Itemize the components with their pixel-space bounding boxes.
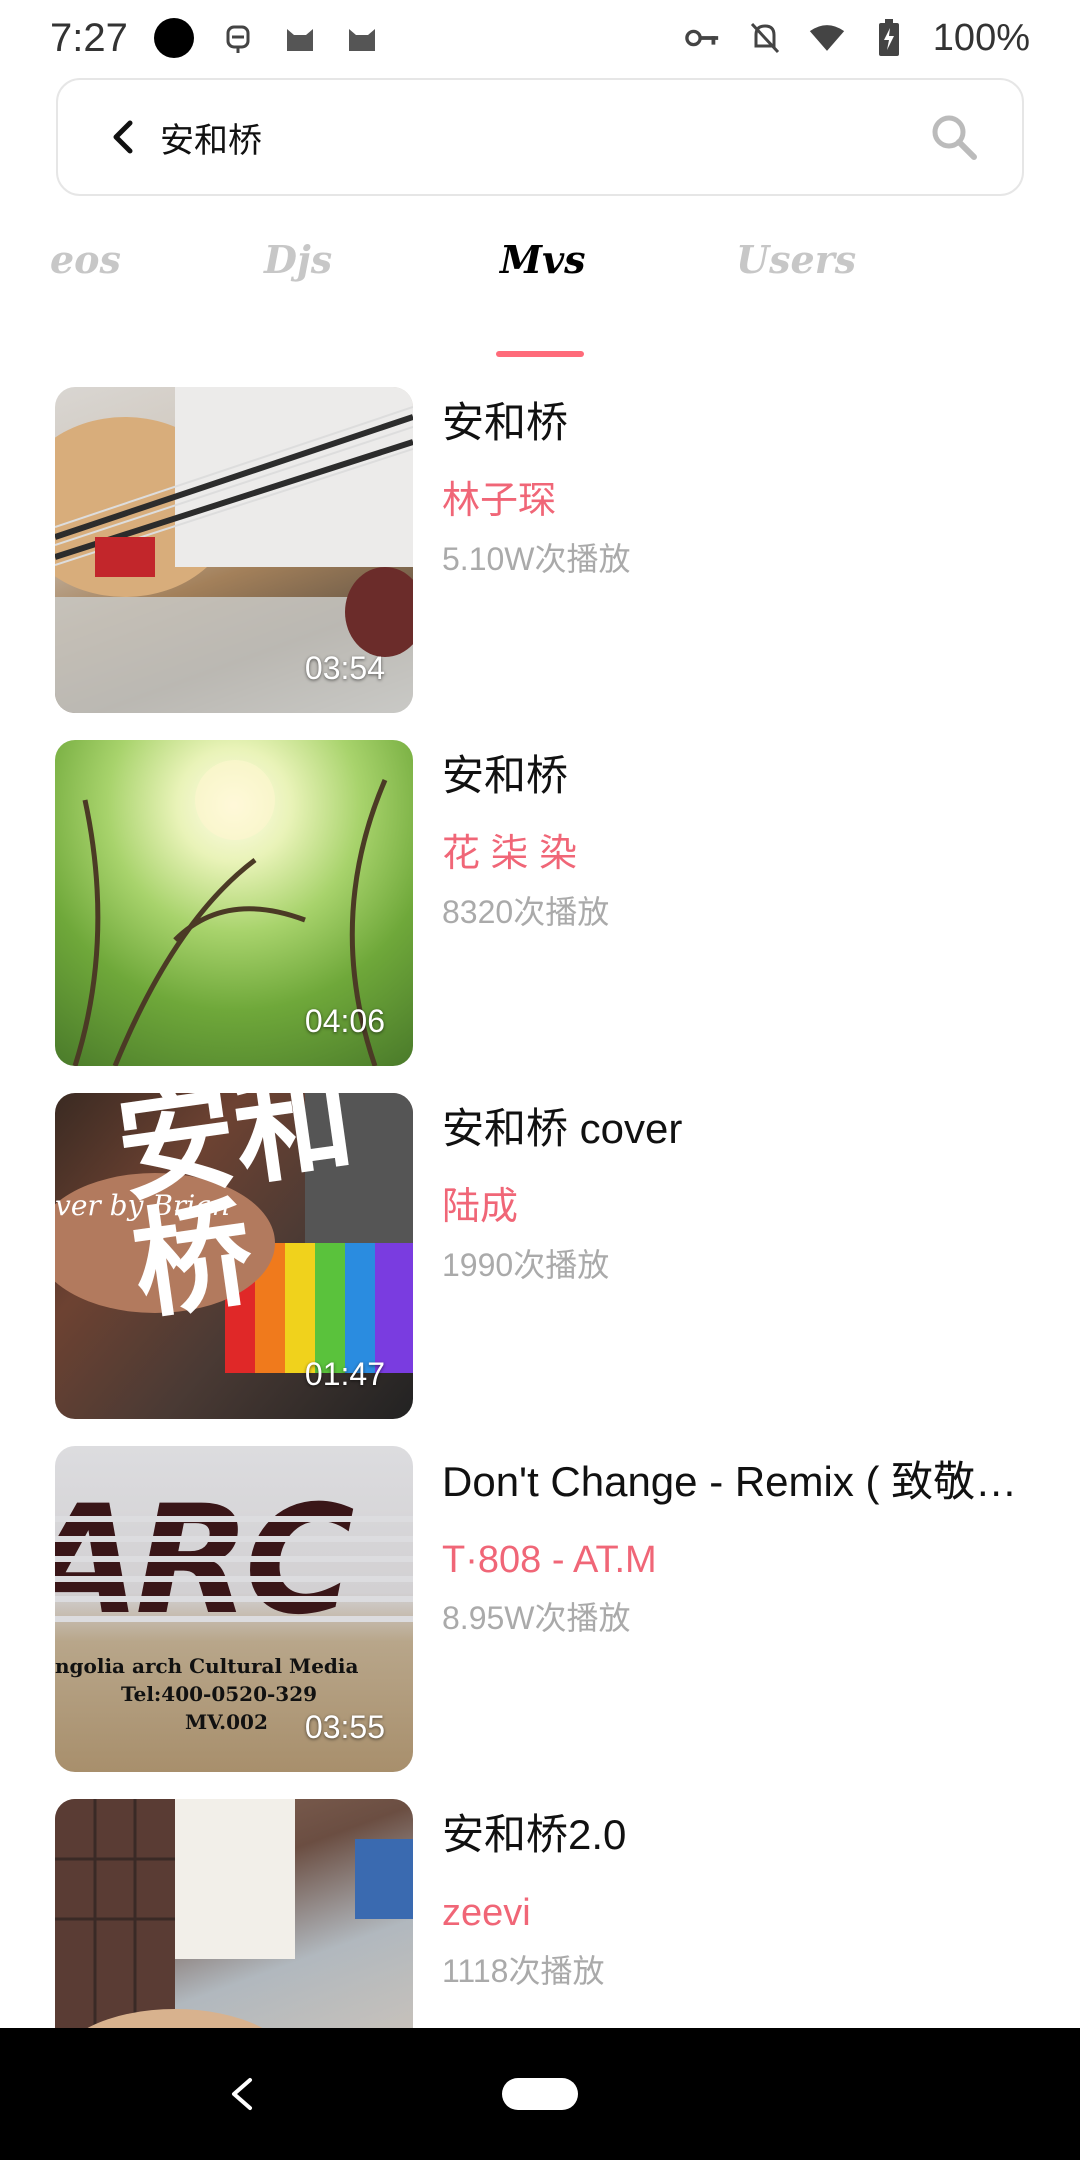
wifi-icon <box>809 20 845 56</box>
mv-play-count: 8.95W次播放 <box>442 1600 631 1636</box>
circle-icon <box>153 18 194 58</box>
mv-play-count: 8320次播放 <box>442 894 610 930</box>
duration-label: 03:55 <box>304 1709 385 1745</box>
status-left: 7:27 <box>50 16 380 61</box>
system-nav-bar <box>0 2028 1080 2160</box>
nav-home-pill[interactable] <box>502 2078 578 2110</box>
mv-artist[interactable]: 林子琛 <box>442 477 1042 525</box>
tab-djs[interactable]: Djs <box>264 230 332 290</box>
search-input[interactable]: 安和桥 <box>160 113 926 162</box>
tab-users[interactable]: Users <box>736 230 856 290</box>
list-item[interactable]: ARC ngolia arch Cultural Media Tel:400-0… <box>55 1446 1035 1772</box>
mv-artist[interactable]: 花 柒 染 <box>442 830 1042 878</box>
status-time: 7:27 <box>50 15 128 60</box>
cover-big-chars: 安和桥 <box>108 1093 362 1336</box>
cat-icon <box>344 20 380 56</box>
duration-label: 03:54 <box>304 650 385 686</box>
tab-videos[interactable]: eos <box>50 230 121 290</box>
mv-info: 安和桥 林子琛 5.10W次播放 <box>442 387 1042 581</box>
list-item[interactable]: 04:06 安和桥 花 柒 染 8320次播放 <box>55 740 1035 1066</box>
tab-mvs[interactable]: Mvs <box>500 230 586 290</box>
mv-thumbnail[interactable]: ARC ngolia arch Cultural Media Tel:400-0… <box>55 1446 413 1772</box>
mv-title[interactable]: 安和桥 <box>442 748 1042 804</box>
mv-title[interactable]: 安和桥2.0 <box>442 1807 1042 1863</box>
status-right: 100% <box>685 17 1030 60</box>
mv-title[interactable]: Don't Change - Remix ( 致敬… <box>442 1454 1042 1510</box>
mv-title[interactable]: 安和桥 <box>442 395 1042 451</box>
mv-play-count: 1990次播放 <box>442 1247 610 1283</box>
cover-line-3: MV.002 <box>185 1710 268 1734</box>
mv-info: 安和桥 cover 陆成 1990次播放 <box>442 1093 1042 1287</box>
back-arrow-icon[interactable] <box>102 117 142 157</box>
mv-thumbnail[interactable]: 04:06 <box>55 740 413 1066</box>
tab-bar: eos Djs Mvs Users <box>0 230 1080 360</box>
mv-thumbnail[interactable]: 03:54 <box>55 387 413 713</box>
mv-info: 安和桥2.0 zeevi 1118次播放 <box>442 1799 1042 1993</box>
search-bar[interactable]: 安和桥 <box>56 78 1024 196</box>
cover-line-1: ngolia arch Cultural Media <box>55 1654 359 1678</box>
tab-active-indicator <box>496 351 584 357</box>
mv-artist[interactable]: zeevi <box>442 1889 1042 1937</box>
duration-label: 04:06 <box>304 1003 385 1039</box>
list-item[interactable]: 03:54 安和桥 林子琛 5.10W次播放 <box>55 387 1035 713</box>
key-icon <box>685 20 721 56</box>
mv-play-count: 1118次播放 <box>442 1953 605 1989</box>
mv-info: 安和桥 花 柒 染 8320次播放 <box>442 740 1042 934</box>
battery-percent: 100% <box>932 16 1030 59</box>
nav-back-icon[interactable] <box>222 2074 262 2114</box>
bell-off-icon <box>747 20 783 56</box>
duration-label: 01:47 <box>304 1356 385 1392</box>
status-bar: 7:27 100% <box>0 0 1080 76</box>
cover-line-2: Tel:400-0520-329 <box>121 1682 318 1706</box>
robot-icon <box>220 20 256 56</box>
battery-icon <box>871 19 907 56</box>
mv-title[interactable]: 安和桥 cover <box>442 1101 1042 1157</box>
cat-icon <box>282 20 318 56</box>
mv-thumbnail[interactable]: ver by Brian 安和桥 01:47 <box>55 1093 413 1419</box>
list-item[interactable]: ver by Brian 安和桥 01:47 安和桥 cover 陆成 1990… <box>55 1093 1035 1419</box>
search-icon[interactable] <box>926 109 982 165</box>
mv-artist[interactable]: T·808 - AT.M <box>442 1536 1042 1584</box>
mv-play-count: 5.10W次播放 <box>442 541 631 577</box>
mv-info: Don't Change - Remix ( 致敬… T·808 - AT.M … <box>442 1446 1042 1640</box>
mv-artist[interactable]: 陆成 <box>442 1183 1042 1231</box>
